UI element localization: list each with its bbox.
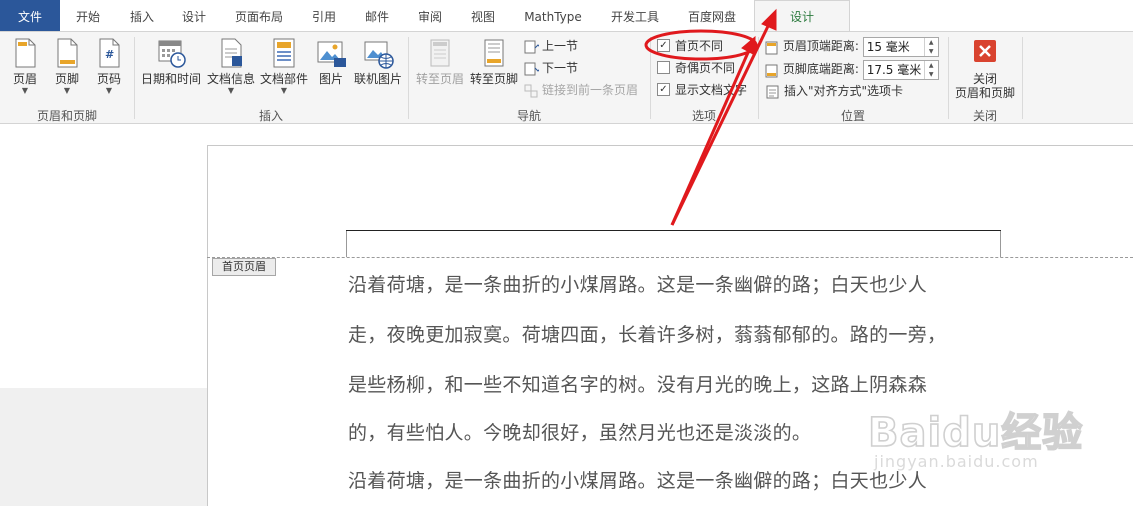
picture-button[interactable]: 图片 — [314, 36, 348, 86]
close-header-footer-button[interactable]: 关闭 页眉和页脚 — [952, 36, 1018, 100]
close-icon — [968, 36, 1002, 70]
header-button[interactable]: 页眉 ▼ — [8, 36, 42, 96]
group-label-insert: 插入 — [258, 109, 283, 123]
header-margin-tick — [1000, 231, 1001, 257]
group-label-navigation: 导航 — [516, 109, 541, 123]
page-number-button[interactable]: # 页码 ▼ — [92, 36, 126, 96]
spin-up-icon[interactable]: ▲ — [925, 61, 938, 70]
tab-developer[interactable]: 开发工具 — [598, 0, 672, 32]
header-icon — [8, 36, 42, 70]
tab-mathtype[interactable]: MathType — [515, 0, 591, 32]
next-section-button[interactable]: 下一节 — [523, 58, 578, 78]
spin-down-icon[interactable]: ▼ — [925, 47, 938, 56]
date-time-button[interactable]: 日期和时间 — [140, 36, 202, 86]
link-icon — [523, 83, 539, 99]
goto-footer-icon — [477, 36, 511, 70]
document-info-button[interactable]: 文档信息 ▼ — [205, 36, 257, 96]
chevron-down-icon: ▼ — [280, 86, 288, 95]
header-position-icon — [765, 40, 779, 54]
baidu-jingyan-watermark: Baidu经验 jingyan.baidu.com — [867, 380, 1133, 500]
group-label-options: 选项 — [691, 109, 716, 123]
checkbox-unchecked-icon — [657, 61, 670, 74]
footer-from-bottom-control: 页脚底端距离: 17.5 毫米 ▲ ▼ — [765, 58, 939, 80]
insert-alignment-tab-button[interactable]: 插入"对齐方式"选项卡 — [765, 81, 903, 101]
chevron-down-icon: ▼ — [63, 86, 71, 95]
spin-up-icon[interactable]: ▲ — [925, 38, 938, 47]
first-page-header-tag: 首页页眉 — [212, 258, 276, 276]
tab-baidu-netdisk[interactable]: 百度网盘 — [675, 0, 749, 32]
goto-header-icon — [423, 36, 457, 70]
spin-arrows[interactable]: ▲ ▼ — [923, 60, 938, 79]
watermark-url: jingyan.baidu.com — [874, 452, 1039, 471]
ribbon: 页眉 ▼ 页脚 ▼ # 页码 ▼ 页眉和页脚 日期和时间 文档信息 ▼ 文档部件 — [0, 31, 1133, 124]
next-section-icon — [523, 61, 542, 77]
document-background — [0, 388, 207, 506]
chevron-down-icon: ▼ — [227, 86, 235, 95]
chevron-down-icon: ▼ — [21, 86, 29, 95]
link-to-previous-button[interactable]: 链接到前一条页眉 — [523, 80, 638, 100]
footer-button[interactable]: 页脚 ▼ — [50, 36, 84, 96]
picture-icon — [314, 36, 348, 70]
tab-home[interactable]: 开始 — [64, 0, 112, 32]
online-picture-icon — [361, 36, 395, 70]
tab-design[interactable]: 设计 — [170, 0, 218, 32]
watermark-logo-text: Baidu经验 — [867, 409, 1084, 457]
chevron-down-icon: ▼ — [105, 86, 113, 95]
footer-from-bottom-input[interactable]: 17.5 毫米 ▲ ▼ — [862, 59, 939, 80]
alignment-tab-icon — [765, 84, 781, 100]
tab-header-footer-design[interactable]: 设计 — [754, 0, 850, 32]
header-border-line — [346, 230, 1001, 231]
online-picture-button[interactable]: 联机图片 — [352, 36, 404, 86]
different-odd-even-checkbox[interactable]: 奇偶页不同 — [657, 58, 735, 78]
footer-icon — [50, 36, 84, 70]
quick-parts-button[interactable]: 文档部件 ▼ — [259, 36, 309, 96]
footer-position-icon — [765, 63, 779, 77]
header-margin-tick — [346, 231, 347, 257]
goto-header-button[interactable]: 转至页眉 — [414, 36, 466, 86]
svg-text:#: # — [105, 48, 114, 61]
tab-file[interactable]: 文件 — [0, 0, 60, 32]
tab-mailings[interactable]: 邮件 — [353, 0, 401, 32]
tab-insert[interactable]: 插入 — [118, 0, 166, 32]
tab-view[interactable]: 视图 — [459, 0, 507, 32]
group-label-header-footer: 页眉和页脚 — [36, 109, 97, 123]
quick-parts-icon — [267, 36, 301, 70]
checkbox-checked-icon: ✓ — [657, 39, 670, 52]
body-paragraph-line[interactable]: 沿着荷塘，是一条曲折的小煤屑路。这是一条幽僻的路；白天也少人 — [348, 270, 1008, 297]
calendar-clock-icon — [154, 36, 188, 70]
spin-down-icon[interactable]: ▼ — [925, 70, 938, 79]
document-info-icon — [214, 36, 248, 70]
show-document-text-checkbox[interactable]: ✓ 显示文档文字 — [657, 80, 747, 100]
checkbox-checked-icon: ✓ — [657, 83, 670, 96]
tab-page-layout[interactable]: 页面布局 — [228, 0, 290, 32]
group-label-position: 位置 — [840, 109, 865, 123]
group-label-close: 关闭 — [972, 109, 997, 123]
different-first-page-checkbox[interactable]: ✓ 首页不同 — [657, 36, 723, 56]
tab-references[interactable]: 引用 — [300, 0, 348, 32]
tab-review[interactable]: 审阅 — [406, 0, 454, 32]
header-boundary-dashed-line — [207, 257, 1133, 258]
page-number-icon: # — [92, 36, 126, 70]
header-from-top-input[interactable]: 15 毫米 ▲ ▼ — [862, 36, 939, 57]
group-separator — [1022, 37, 1023, 119]
body-paragraph-line[interactable]: 走，夜晚更加寂寞。荷塘四面，长着许多树，蓊蓊郁郁的。路的一旁， — [348, 320, 1008, 347]
previous-section-icon — [523, 39, 542, 55]
previous-section-button[interactable]: 上一节 — [523, 36, 578, 56]
spin-arrows[interactable]: ▲ ▼ — [923, 37, 938, 56]
ribbon-tab-bar: 文件 开始 插入 设计 页面布局 引用 邮件 审阅 视图 MathType 开发… — [0, 0, 1133, 32]
header-from-top-control: 页眉顶端距离: 15 毫米 ▲ ▼ — [765, 35, 939, 57]
goto-footer-button[interactable]: 转至页脚 — [468, 36, 520, 86]
